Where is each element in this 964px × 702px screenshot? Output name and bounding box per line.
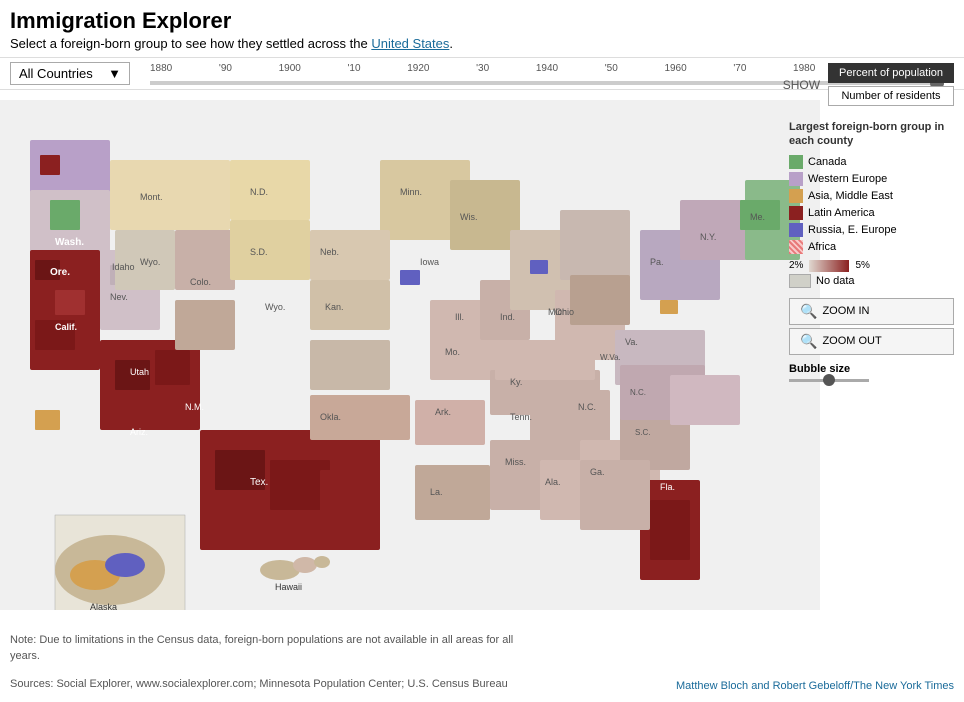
zoom-out-button[interactable]: 🔍 ZOOM OUT [789,328,954,355]
zoom-in-button[interactable]: 🔍 ZOOM IN [789,298,954,325]
svg-text:Wyo.: Wyo. [140,257,160,267]
show-label: SHOW [783,78,820,92]
svg-text:S.C.: S.C. [635,428,651,437]
alaska-inset: Alaska [55,515,185,610]
svg-text:Mich.: Mich. [548,307,570,317]
svg-text:Colo.: Colo. [190,277,211,287]
svg-text:N.C.: N.C. [630,388,646,397]
svg-text:W.Va.: W.Va. [600,353,621,362]
svg-text:Tenn.: Tenn. [510,412,532,422]
svg-text:Pa.: Pa. [650,257,664,267]
us-map-svg[interactable]: Wash. Ore. Calif. Nev. Idaho Utah Ariz. … [0,100,820,610]
svg-text:Fla.: Fla. [660,482,675,492]
svg-text:Calif.: Calif. [55,322,77,332]
svg-text:Wis.: Wis. [460,212,478,222]
legend-no-data: No data [789,274,954,288]
show-number-button[interactable]: Number of residents [828,86,954,106]
united-states-link[interactable]: United States [371,36,449,51]
bubble-slider-handle[interactable] [823,374,835,386]
legend-area: Largest foreign-born group in each count… [789,120,954,382]
svg-text:Miss.: Miss. [505,457,526,467]
svg-text:Iowa: Iowa [420,257,439,267]
map-area: Wash. Ore. Calif. Nev. Idaho Utah Ariz. … [0,100,820,610]
svg-text:Ore.: Ore. [50,267,70,278]
svg-text:N.D.: N.D. [250,187,268,197]
svg-text:Ill.: Ill. [455,312,464,322]
svg-text:Hawaii: Hawaii [275,582,302,592]
svg-text:Mont.: Mont. [140,192,163,202]
legend-russia-europe: Russia, E. Europe [789,223,954,237]
svg-text:La.: La. [430,487,443,497]
note: Note: Due to limitations in the Census d… [10,633,530,664]
svg-text:S.D.: S.D. [250,247,268,257]
legend-asia-mideast: Asia, Middle East [789,189,954,203]
svg-text:Ind.: Ind. [500,312,515,322]
svg-text:Nev.: Nev. [110,292,128,302]
svg-text:Minn.: Minn. [400,187,422,197]
legend-western-europe: Western Europe [789,172,954,186]
subtitle: Select a foreign-born group to see how t… [0,36,964,57]
page-title: Immigration Explorer [0,0,964,36]
svg-text:Wash.: Wash. [55,237,84,248]
svg-text:Ariz.: Ariz. [130,427,148,437]
zoom-in-icon: 🔍 [800,303,817,320]
bubble-size-label: Bubble size [789,363,954,375]
svg-text:Idaho: Idaho [112,262,135,272]
sources: Sources: Social Explorer, www.socialexpl… [10,677,508,692]
show-percent-button[interactable]: Percent of population [828,63,954,83]
svg-text:Mo.: Mo. [445,347,460,357]
svg-text:Wyo.: Wyo. [265,302,285,312]
svg-text:N.Y.: N.Y. [700,232,716,242]
svg-text:Okla.: Okla. [320,412,341,422]
pct-gradient: 2% 5% [789,260,954,272]
svg-text:Alaska: Alaska [90,602,117,610]
svg-text:Ark.: Ark. [435,407,451,417]
svg-text:N.M.: N.M. [185,402,204,412]
bubble-size-section: Bubble size [789,363,954,382]
legend-canada: Canada [789,155,954,169]
legend-latin-america: Latin America [789,206,954,220]
svg-text:Ala.: Ala. [545,477,561,487]
legend-africa: Africa [789,240,954,254]
svg-text:Ga.: Ga. [590,467,605,477]
credit: Matthew Bloch and Robert Gebeloff/The Ne… [676,680,954,692]
svg-text:Ky.: Ky. [510,377,522,387]
legend-title: Largest foreign-born group in each count… [789,120,954,149]
svg-text:Tex.: Tex. [250,477,268,488]
svg-text:Utah: Utah [130,367,149,377]
svg-text:Neb.: Neb. [320,247,339,257]
svg-text:Kan.: Kan. [325,302,344,312]
svg-text:Me.: Me. [750,212,765,222]
bubble-slider-track[interactable] [789,379,869,382]
svg-text:Va.: Va. [625,337,638,347]
country-select[interactable]: All Countries ▼ [10,62,130,85]
svg-text:N.C.: N.C. [578,402,596,412]
zoom-out-icon: 🔍 [800,333,817,350]
